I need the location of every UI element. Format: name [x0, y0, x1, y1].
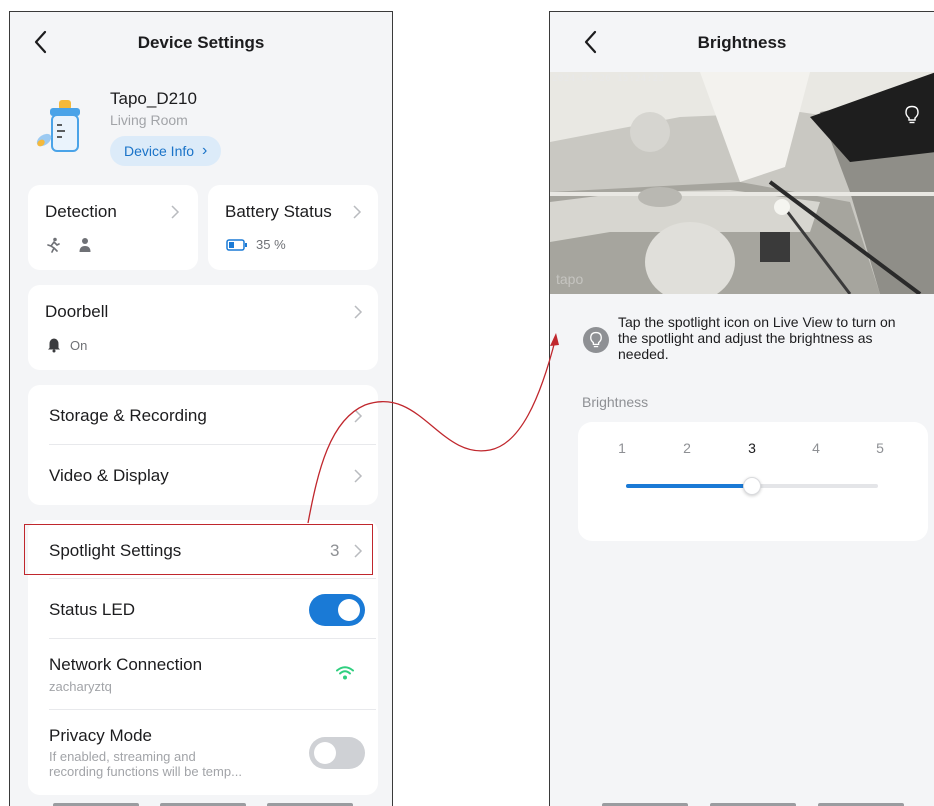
divider — [49, 444, 376, 445]
device-info-button[interactable]: Device Info › — [110, 136, 222, 166]
header: Brightness — [550, 12, 934, 72]
device-info-label: Device Info — [124, 143, 195, 159]
battery-status-card[interactable]: Battery Status 35 % — [208, 185, 378, 270]
brightness-level-5[interactable]: 5 — [873, 440, 887, 456]
lightbulb-icon[interactable] — [904, 105, 920, 125]
chevron-right-icon — [353, 468, 363, 484]
spotlight-tip-text: Tap the spotlight icon on Live View to t… — [618, 314, 896, 362]
detection-title: Detection — [45, 202, 117, 221]
person-icon — [79, 238, 91, 252]
doorbell-device-icon — [32, 98, 88, 154]
doorbell-status: On — [46, 337, 87, 353]
network-ssid: zacharyztq — [49, 679, 112, 694]
device-settings-screen: Device Settings Tapo_D210 Living Room De… — [9, 11, 393, 806]
header: Device Settings — [10, 12, 392, 72]
video-display-row[interactable]: Video & Display — [49, 466, 169, 486]
device-name: Tapo_D210 — [110, 89, 197, 108]
doorbell-title: Doorbell — [45, 302, 109, 321]
divider — [49, 578, 376, 579]
status-led-toggle[interactable] — [309, 594, 365, 626]
page-title: Device Settings — [137, 33, 265, 52]
spotlight-highlight-box — [24, 524, 373, 575]
network-connection-label: Network Connection — [49, 655, 203, 674]
page-title: Brightness — [697, 33, 787, 52]
privacy-description: If enabled, streaming and recording func… — [49, 749, 242, 779]
brightness-level-3[interactable]: 3 — [745, 440, 759, 456]
brightness-slider-fill — [626, 484, 752, 488]
live-view-timestamp: 2024-04-26 15:24:22 — [552, 74, 665, 84]
chevron-right-icon: › — [202, 142, 208, 159]
privacy-desc-line1: If enabled, streaming and — [49, 749, 196, 764]
divider — [49, 709, 376, 710]
tapo-watermark: tapo — [556, 271, 583, 287]
motion-icon — [47, 237, 60, 253]
chevron-right-icon — [352, 204, 362, 220]
chevron-right-icon — [353, 304, 363, 320]
battery-value: 35 % — [256, 237, 286, 252]
brightness-level-1[interactable]: 1 — [615, 440, 629, 456]
battery-status-title: Battery Status — [225, 202, 332, 221]
detection-icons — [45, 237, 93, 253]
toggle-knob — [338, 599, 360, 621]
doorbell-card[interactable]: Doorbell On — [28, 285, 378, 370]
storage-video-card — [28, 385, 378, 505]
brightness-section-label: Brightness — [582, 394, 649, 410]
privacy-mode-toggle[interactable] — [309, 737, 365, 769]
battery-icon — [226, 238, 247, 251]
device-room: Living Room — [110, 112, 188, 128]
brightness-level-4[interactable]: 4 — [809, 440, 823, 456]
lightbulb-icon — [583, 327, 609, 353]
brightness-slider-thumb[interactable] — [743, 477, 761, 495]
bell-icon — [48, 338, 60, 353]
privacy-desc-line2: recording functions will be temp... — [49, 764, 242, 779]
chevron-right-icon — [170, 204, 180, 220]
brightness-slider-track[interactable] — [626, 477, 878, 495]
toggle-knob — [314, 742, 336, 764]
privacy-mode-label: Privacy Mode — [49, 726, 152, 745]
divider — [49, 638, 376, 639]
live-view-image[interactable]: tapo — [550, 72, 934, 294]
chevron-right-icon — [353, 408, 363, 424]
battery-info: 35 % — [226, 237, 286, 252]
storage-recording-row[interactable]: Storage & Recording — [49, 406, 207, 426]
status-led-label: Status LED — [49, 600, 135, 619]
wifi-icon — [336, 666, 354, 680]
brightness-level-2[interactable]: 2 — [680, 440, 694, 456]
detection-card[interactable]: Detection — [28, 185, 198, 270]
doorbell-status-text: On — [70, 337, 88, 353]
brightness-screen: Brightness tapo 2024-04-26 15:24:22 Tap … — [549, 11, 934, 806]
